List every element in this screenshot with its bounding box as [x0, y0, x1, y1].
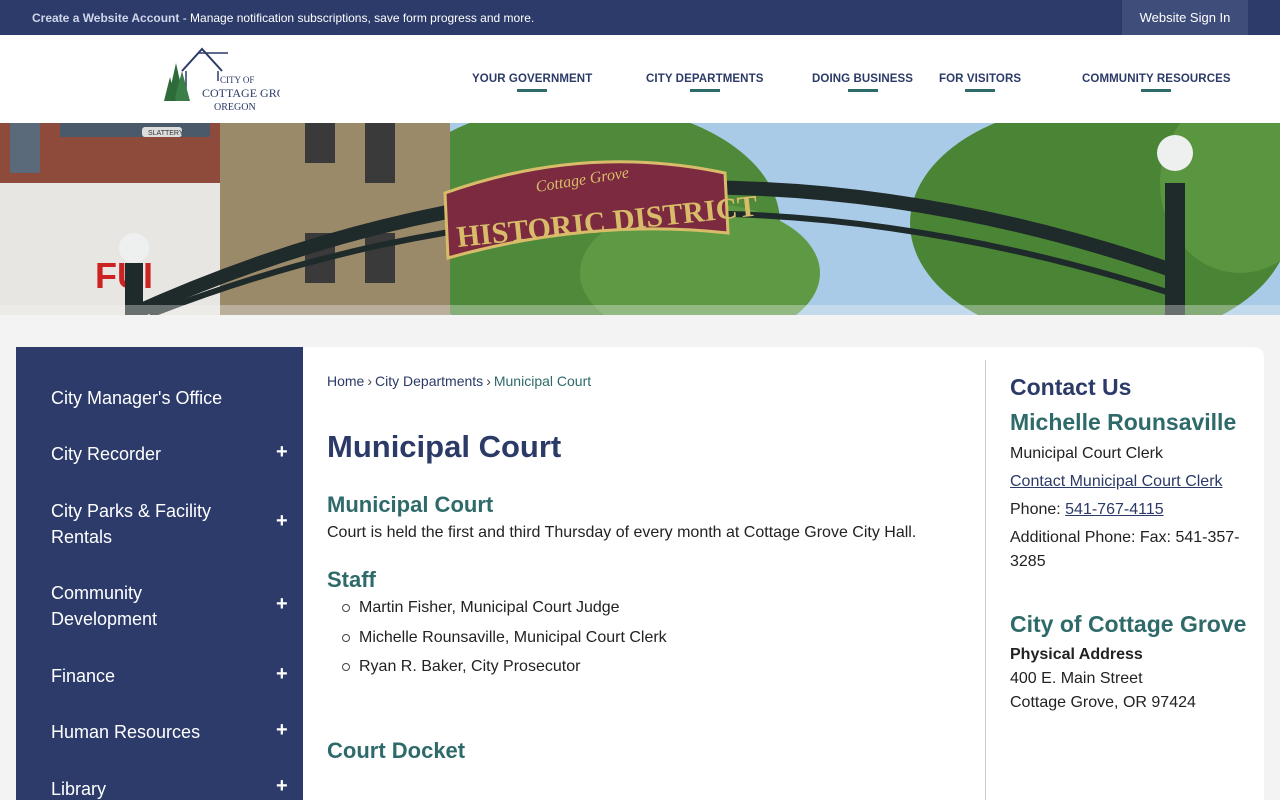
sidebar-item-library[interactable]: Library: [51, 776, 251, 800]
list-item: Michelle Rounsaville, Municipal Court Cl…: [342, 627, 667, 657]
top-bar: Create a Website Account - Manage notifi…: [0, 0, 1280, 35]
city-logo[interactable]: CITY OF COTTAGE GROVE OREGON: [160, 41, 301, 117]
address-street: 400 E. Main Street: [1010, 670, 1143, 687]
nav-underline: [1141, 89, 1172, 92]
expand-icon[interactable]: +: [276, 593, 288, 616]
phone-link[interactable]: 541-767-4115: [1065, 501, 1163, 518]
nav-label: FOR VISITORS: [939, 73, 1022, 85]
contact-heading: Contact Us: [1010, 374, 1132, 400]
nav-doing-business[interactable]: DOING BUSINESS: [812, 73, 914, 92]
address-label: Physical Address: [1010, 646, 1143, 663]
logo-line1: CITY OF: [220, 75, 254, 85]
nav-label: DOING BUSINESS: [812, 73, 914, 85]
street-sign-text: SLATTERY: [148, 130, 184, 137]
expand-icon[interactable]: +: [276, 441, 288, 464]
staff-list: Martin Fisher, Municipal Court Judge Mic…: [342, 597, 667, 686]
sign-in-button[interactable]: Website Sign In: [1122, 0, 1248, 35]
nav-your-government[interactable]: YOUR GOVERNMENT: [472, 73, 593, 92]
site-header: CITY OF COTTAGE GROVE OREGON YOUR GOVERN…: [0, 35, 1280, 123]
contact-role: Municipal Court Clerk: [1010, 445, 1163, 462]
content-card: Home › City Departments › Municipal Court Mu…: [303, 347, 1264, 800]
org-heading: City of Cottage Grove: [1010, 611, 1247, 637]
account-message-text: - Manage notification subscriptions, sav…: [179, 11, 535, 25]
section-heading-municipal-court: Municipal Court: [327, 492, 494, 517]
list-item: Ryan R. Baker, City Prosecutor: [342, 656, 667, 686]
breadcrumb: Home › City Departments › Municipal Court: [327, 373, 591, 389]
column-divider: [985, 360, 986, 800]
court-schedule-text: Court is held the first and third Thursd…: [327, 524, 917, 541]
nav-underline: [517, 89, 548, 92]
sidebar-item-human-resources[interactable]: Human Resources: [51, 719, 251, 745]
phone-label: Phone:: [1010, 501, 1066, 518]
page-title: Municipal Court: [327, 429, 562, 464]
breadcrumb-home[interactable]: Home: [327, 373, 364, 389]
create-account-link[interactable]: Create a Website Account: [32, 11, 179, 25]
expand-icon[interactable]: +: [276, 719, 288, 742]
nav-label: COMMUNITY RESOURCES: [1082, 73, 1231, 85]
contact-link-wrap: Contact Municipal Court Clerk: [1010, 470, 1250, 494]
sidebar-item-city-recorder[interactable]: City Recorder: [51, 441, 251, 467]
section-heading-court-docket: Court Docket: [327, 738, 466, 763]
nav-community-resources[interactable]: COMMUNITY RESOURCES: [1082, 73, 1231, 92]
address-city: Cottage Grove, OR 97424: [1010, 694, 1196, 711]
sidebar-item-finance[interactable]: Finance: [51, 663, 251, 689]
expand-icon[interactable]: +: [276, 775, 288, 798]
sidebar-item-city-managers-office[interactable]: City Manager's Office: [51, 385, 251, 411]
wall-text: FUI: [95, 255, 153, 296]
nav-underline: [689, 89, 720, 92]
nav-underline: [847, 89, 878, 92]
contact-name: Michelle Rounsaville: [1010, 409, 1237, 435]
breadcrumb-current[interactable]: Municipal Court: [494, 373, 591, 389]
sidebar-nav: City Manager's Office City Recorder + Ci…: [16, 347, 303, 800]
logo-graphic: CITY OF COTTAGE GROVE OREGON: [164, 47, 301, 113]
nav-underline: [965, 89, 996, 92]
banner-image: SLATTERY FUI Cottage Grove HISTORIC DIST…: [0, 123, 1280, 315]
nav-for-visitors[interactable]: FOR VISITORS: [939, 73, 1022, 92]
contact-clerk-link[interactable]: Contact Municipal Court Clerk: [1010, 473, 1223, 490]
sidebar-item-city-parks[interactable]: City Parks & Facility Rentals: [51, 498, 251, 550]
logo-line3: OREGON: [214, 102, 256, 113]
section-heading-staff: Staff: [327, 567, 376, 592]
expand-icon[interactable]: +: [276, 663, 288, 686]
hero-banner: SLATTERY FUI Cottage Grove HISTORIC DIST…: [0, 123, 1280, 315]
nav-city-departments[interactable]: CITY DEPARTMENTS: [646, 73, 764, 92]
breadcrumb-separator: ›: [367, 373, 373, 389]
contact-additional-phone: Additional Phone: Fax: 541-357-3285: [1010, 529, 1240, 570]
nav-label: YOUR GOVERNMENT: [472, 73, 593, 85]
breadcrumb-separator: ›: [486, 373, 491, 389]
account-message: Create a Website Account - Manage notifi…: [32, 11, 534, 25]
expand-icon[interactable]: +: [276, 510, 288, 533]
nav-label: CITY DEPARTMENTS: [646, 73, 764, 85]
contact-phone: Phone: 541-767-4115: [1010, 498, 1250, 522]
sidebar-item-community-development[interactable]: Community Development: [51, 580, 251, 632]
logo-line2: COTTAGE GROVE: [202, 86, 280, 100]
list-item: Martin Fisher, Municipal Court Judge: [342, 597, 667, 627]
breadcrumb-city-departments[interactable]: City Departments: [375, 373, 483, 389]
